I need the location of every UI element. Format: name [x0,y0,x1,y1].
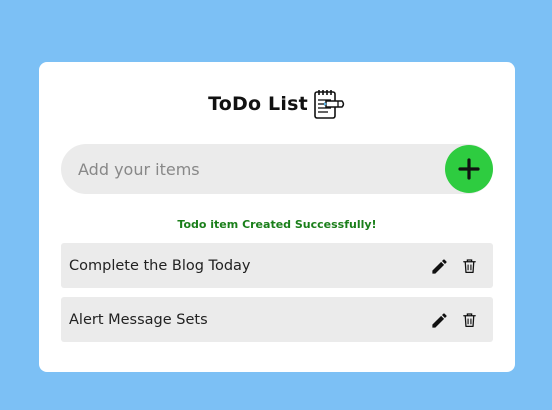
page-title: ToDo List [208,93,308,115]
todo-item-text: Complete the Blog Today [69,257,251,274]
todo-item-text: Alert Message Sets [69,311,208,328]
plus-icon [458,158,480,180]
notepad-icon [312,87,346,121]
todo-item: Complete the Blog Today [61,243,493,288]
trash-icon [462,313,476,328]
todo-card: ToDo List Todo item [39,62,515,372]
pencil-icon [431,312,447,328]
todo-input-container [61,144,493,194]
header: ToDo List [39,87,515,121]
delete-button[interactable] [459,310,479,330]
edit-button[interactable] [429,310,449,330]
todo-item: Alert Message Sets [61,297,493,342]
pencil-icon [431,258,447,274]
status-message: Todo item Created Successfully! [177,218,377,231]
todo-list: Complete the Blog Today Alert Message Se… [61,243,493,351]
edit-button[interactable] [429,256,449,276]
add-item-button[interactable] [445,145,493,193]
trash-icon [462,259,476,274]
delete-button[interactable] [459,256,479,276]
todo-input[interactable] [61,144,441,194]
